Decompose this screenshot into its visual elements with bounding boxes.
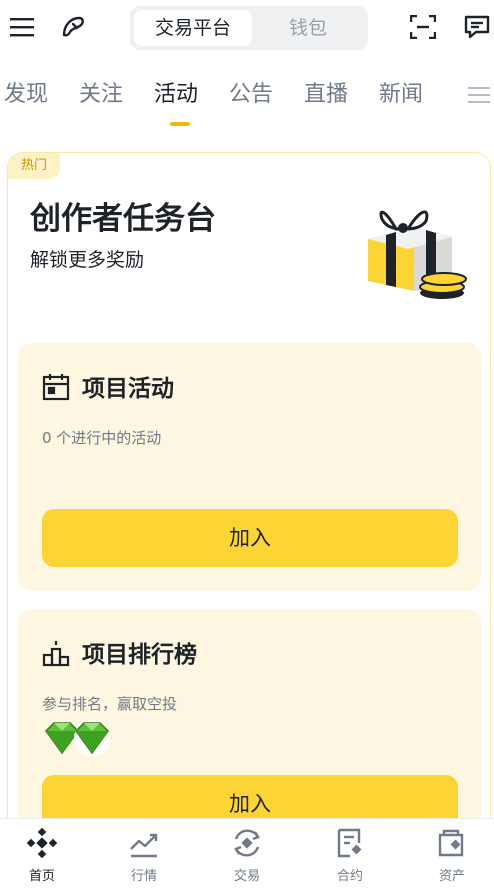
panel-title: 项目排行榜 xyxy=(82,642,197,668)
content-tabs: 发现 关注 活动 公告 直播 新闻 xyxy=(0,66,494,132)
panel-title: 项目活动 xyxy=(82,376,174,402)
trade-icon xyxy=(234,829,260,857)
tab-following[interactable]: 关注 xyxy=(79,76,123,108)
project-activity-panel: 项目活动 0 个进行中的活动 加入 xyxy=(18,343,481,591)
futures-icon xyxy=(337,828,362,858)
more-tabs-icon[interactable] xyxy=(468,84,490,106)
nav-label: 首页 xyxy=(28,869,55,884)
podium-icon xyxy=(42,639,70,667)
active-tab-indicator xyxy=(170,122,190,126)
nav-home[interactable]: 首页 xyxy=(2,827,82,884)
panel-description: 参与排名，赢取空投 xyxy=(42,695,178,713)
calendar-icon xyxy=(42,373,70,401)
nav-label: 合约 xyxy=(336,869,363,884)
menu-icon[interactable] xyxy=(8,12,36,42)
scan-icon[interactable] xyxy=(408,12,438,42)
join-activity-button[interactable]: 加入 xyxy=(42,509,458,567)
logo-icon[interactable] xyxy=(58,12,88,42)
top-bar: 交易平台 钱包 xyxy=(0,0,494,56)
wallet-icon xyxy=(438,829,464,857)
message-icon[interactable] xyxy=(462,12,492,42)
mode-switcher: 交易平台 钱包 xyxy=(130,6,368,50)
panel-description: 0 个进行中的活动 xyxy=(42,429,162,447)
tab-live[interactable]: 直播 xyxy=(304,76,348,108)
card-subtitle: 解锁更多奖励 xyxy=(30,249,145,271)
nav-trade[interactable]: 交易 xyxy=(207,827,287,884)
bottom-navigation: 首页 行情 交易 合约 资产 xyxy=(0,818,494,893)
tab-announcements[interactable]: 公告 xyxy=(229,76,273,108)
nav-markets[interactable]: 行情 xyxy=(104,827,184,884)
tab-discover[interactable]: 发现 xyxy=(4,76,48,108)
tab-campaigns[interactable]: 活动 xyxy=(154,76,198,108)
hot-badge: 热门 xyxy=(8,153,60,179)
nav-label: 行情 xyxy=(130,869,157,884)
segment-wallet[interactable]: 钱包 xyxy=(252,10,364,46)
segment-exchange[interactable]: 交易平台 xyxy=(134,10,252,46)
gem-reward-icons xyxy=(42,719,112,757)
markets-icon xyxy=(130,833,158,858)
creator-task-card: 热门 创作者任务台 解锁更多奖励 项目活动 0 个进行中的活动 加入 项目排行榜… xyxy=(7,152,491,872)
card-title: 创作者任务台 xyxy=(30,201,216,237)
tab-news[interactable]: 新闻 xyxy=(379,76,423,108)
gift-icon xyxy=(356,199,468,303)
nav-assets[interactable]: 资产 xyxy=(412,827,492,884)
nav-label: 交易 xyxy=(233,869,260,884)
home-icon xyxy=(26,827,58,859)
nav-label: 资产 xyxy=(438,869,465,884)
nav-futures[interactable]: 合约 xyxy=(310,827,390,884)
